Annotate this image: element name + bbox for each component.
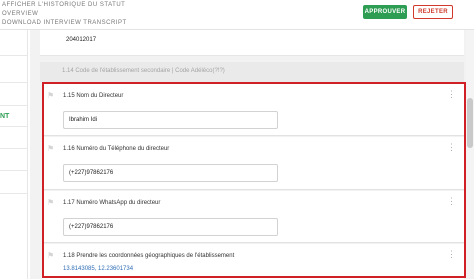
status-history-link[interactable]: AFFICHER L'HISTORIQUE DU STATUT bbox=[2, 2, 125, 8]
question-label: 1.16 Numéro du Téléphone du directeur bbox=[63, 146, 170, 152]
question-card: ⚑ 1.15 Nom du Directeur ⋮ Ibrahim Idi bbox=[42, 84, 464, 136]
question-label: 1.17 Numéro WhatsApp du directeur bbox=[63, 200, 161, 206]
question-label: 1.18 Prendre les coordonnées géographiqu… bbox=[63, 253, 235, 259]
download-transcript-link[interactable]: DOWNLOAD INTERVIEW TRANSCRIPT bbox=[2, 20, 127, 26]
flag-icon[interactable]: ⚑ bbox=[47, 252, 55, 260]
question-card: ⚑ 1.18 Prendre les coordonnées géographi… bbox=[42, 244, 464, 279]
question-label: 1.15 Nom du Directeur bbox=[63, 93, 124, 99]
question-card: ⚑ 1.16 Numéro du Téléphone du directeur … bbox=[42, 137, 464, 190]
more-vertical-icon[interactable]: ⋮ bbox=[447, 197, 456, 206]
nav-divider bbox=[0, 55, 28, 56]
reject-button[interactable]: REJETER bbox=[413, 5, 453, 19]
nav-divider bbox=[0, 82, 28, 83]
more-vertical-icon[interactable]: ⋮ bbox=[447, 250, 456, 259]
nav-item-partial[interactable]: NT bbox=[0, 113, 9, 120]
disabled-question-row: 1.14 Code de l'établissement secondaire … bbox=[40, 62, 464, 82]
nav-divider bbox=[0, 148, 28, 149]
question-card: ⚑ 1.17 Numéro WhatsApp du directeur ⋮ (+… bbox=[42, 191, 464, 243]
nav-divider bbox=[0, 193, 28, 194]
nav-divider bbox=[0, 170, 28, 171]
approve-button[interactable]: APPROUVER bbox=[363, 5, 407, 19]
more-vertical-icon[interactable]: ⋮ bbox=[447, 143, 456, 152]
gps-coordinates-link[interactable]: 13.8143085, 12.23601734 bbox=[63, 266, 133, 272]
answer-value: (+227)97862176 bbox=[69, 170, 114, 176]
previous-answer-value: 204012017 bbox=[66, 37, 97, 43]
answer-field[interactable]: (+227)97862176 bbox=[63, 164, 278, 182]
top-toolbar: AFFICHER L'HISTORIQUE DU STATUT OVERVIEW… bbox=[0, 0, 474, 30]
nav-divider bbox=[0, 126, 28, 127]
scrollbar-track[interactable] bbox=[466, 30, 474, 279]
left-nav-panel: NT bbox=[0, 30, 28, 279]
answer-value: Ibrahim Idi bbox=[69, 117, 98, 123]
overview-link[interactable]: OVERVIEW bbox=[2, 11, 38, 17]
answer-field[interactable]: Ibrahim Idi bbox=[63, 111, 278, 129]
flag-icon[interactable]: ⚑ bbox=[47, 92, 55, 100]
answer-field[interactable]: (+227)97862176 bbox=[63, 218, 278, 236]
previous-answer-card: 204012017 bbox=[40, 30, 464, 56]
more-vertical-icon[interactable]: ⋮ bbox=[447, 90, 456, 99]
disabled-question-label: 1.14 Code de l'établissement secondaire … bbox=[62, 68, 225, 74]
flag-icon[interactable]: ⚑ bbox=[47, 145, 55, 153]
scrollbar-thumb[interactable] bbox=[467, 98, 473, 148]
flag-icon[interactable]: ⚑ bbox=[47, 199, 55, 207]
answer-value: (+227)97862176 bbox=[69, 224, 114, 230]
nav-divider bbox=[0, 105, 28, 106]
